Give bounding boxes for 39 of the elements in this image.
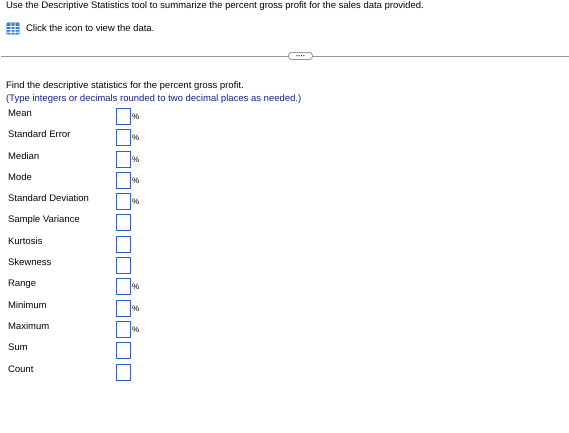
hint-text: (Type integers or decimals rounded to two decimal places as needed.) (5, 93, 302, 104)
unit-label: % (132, 176, 140, 185)
answer-box[interactable] (116, 108, 131, 125)
table-icon[interactable] (6, 22, 20, 35)
stat-label: Minimum (8, 300, 48, 311)
answer-box[interactable] (116, 342, 131, 360)
unit-label: % (132, 324, 140, 334)
answer-box[interactable] (116, 300, 131, 317)
unit-label: % (132, 133, 140, 142)
unit-label: % (132, 282, 140, 292)
answer-box[interactable] (116, 364, 131, 381)
answer-box[interactable] (116, 214, 131, 232)
stat-label: Standard Error (8, 129, 72, 140)
stat-label: Maximum (8, 320, 50, 332)
stat-label: Standard Deviation (8, 193, 90, 204)
data-link-text: Click the icon to view the data. (26, 23, 154, 34)
answer-box[interactable] (116, 257, 131, 274)
unit-label: % (132, 154, 140, 164)
stat-label: Sum (8, 342, 29, 354)
stat-label: Range (8, 278, 37, 290)
answer-box[interactable] (116, 172, 131, 189)
answer-box[interactable] (116, 193, 131, 210)
stat-label: Mean (8, 108, 33, 119)
answer-box[interactable] (116, 278, 131, 296)
unit-label: % (132, 112, 140, 121)
stat-label: Skewness (8, 257, 52, 268)
question-text: Find the descriptive statistics for the percent gross profit. (5, 80, 245, 91)
stat-label: Sample Variance (8, 214, 81, 226)
stat-label: Count (8, 364, 34, 375)
stat-label: Median (8, 150, 40, 162)
answer-box[interactable] (116, 320, 131, 338)
answer-box[interactable] (116, 236, 131, 253)
stat-label: Kurtosis (8, 236, 44, 247)
instruction-text: Use the Descriptive Statistics tool to summarize the percent gross profit for the sales data provided. (5, 0, 425, 11)
answer-box[interactable] (116, 150, 131, 168)
stat-label: Mode (8, 172, 33, 183)
unit-label: % (132, 197, 140, 206)
unit-label: % (132, 304, 140, 313)
answer-box[interactable] (116, 129, 131, 146)
